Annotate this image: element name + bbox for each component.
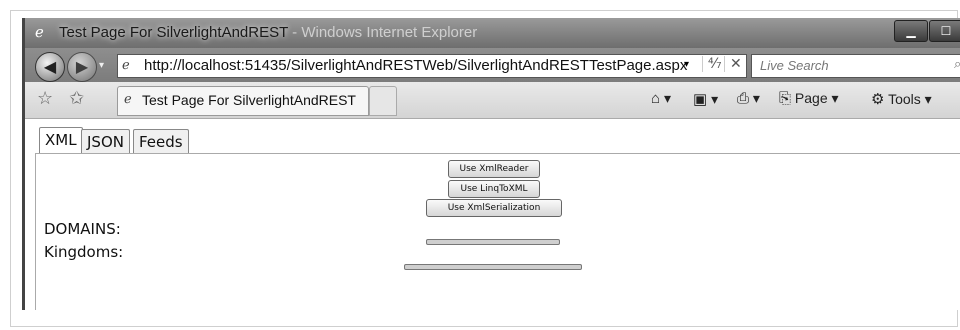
use-xmlserialization-button[interactable]: Use XmlSerialization [426,199,562,217]
kingdoms-label: Kingdoms: [44,243,124,261]
page-menu-label: Page ▾ [794,90,839,106]
back-button[interactable]: ◀ [35,52,65,82]
page-menu-icon: ⎘ [779,90,792,107]
tab-json[interactable]: JSON [81,129,130,154]
use-xmlreader-button[interactable]: Use XmlReader [448,160,540,178]
tools-menu-label: Tools ▾ [888,91,932,107]
feeds-icon[interactable]: ▣ ▾ [693,90,718,108]
tab-page-icon: ℯ [124,92,132,107]
domains-label: DOMAINS: [44,220,121,238]
print-icon[interactable]: ⎙ ▾ [737,90,760,107]
search-box[interactable]: Live Search ⌕ [751,54,960,78]
use-linqtoxml-button[interactable]: Use LinqToXML [448,180,540,198]
gear-icon: ⚙ [871,91,885,108]
forward-button[interactable]: ▶ [67,52,97,82]
maximize-button[interactable]: ☐ [929,20,960,42]
ie-logo-icon: ℯ [35,23,44,41]
search-icon[interactable]: ⌕ [954,57,960,72]
tab-bar: ☆ ✩ ℯ Test Page For SilverlightAndREST ⌂… [25,82,960,119]
page-icon: ℯ [122,58,130,73]
tab-panel-xml: Use XmlReader Use LinqToXML Use XmlSeria… [35,153,960,310]
search-placeholder[interactable]: Live Search [760,58,829,73]
kingdoms-list[interactable] [404,264,582,270]
page-menu[interactable]: ⎘ Page ▾ [779,90,839,107]
history-dropdown-icon[interactable]: ▾ [99,60,104,71]
home-icon[interactable]: ⌂ ▾ [651,90,671,107]
forward-arrow-icon: ▶ [75,57,89,76]
navigation-bar: ◀ ▶ ▾ ℯ http://localhost:51435/Silverlig… [25,48,960,82]
refresh-icon[interactable]: ⁴⁄₇ [702,56,722,72]
address-bar[interactable]: ℯ http://localhost:51435/SilverlightAndR… [117,54,747,78]
back-arrow-icon: ◀ [43,57,57,76]
window-title-main: Test Page For SilverlightAndREST [59,24,288,41]
tab-feeds[interactable]: Feeds [133,129,189,154]
browser-window: ℯ Test Page For SilverlightAndREST - Win… [22,18,960,310]
address-url[interactable]: http://localhost:51435/SilverlightAndRES… [144,57,687,74]
minimize-button[interactable]: ▁ [894,20,928,42]
title-bar: ℯ Test Page For SilverlightAndREST - Win… [25,18,960,48]
browser-tab[interactable]: ℯ Test Page For SilverlightAndREST [117,86,369,116]
add-favorites-icon[interactable]: ✩ [69,88,84,109]
page-content: XML JSON Feeds Use XmlReader Use LinqToX… [25,119,960,310]
stop-icon[interactable]: ✕ [724,56,742,72]
window-title: Test Page For SilverlightAndREST - Windo… [59,24,477,41]
window-controls: ▁ ☐ [893,20,960,42]
domains-list[interactable] [426,239,560,245]
address-dropdown-icon[interactable]: ▾ [684,59,689,70]
tab-xml[interactable]: XML [39,127,83,155]
window-title-suffix: - Windows Internet Explorer [288,24,478,41]
favorites-star-icon[interactable]: ☆ [37,88,53,109]
tools-menu[interactable]: ⚙ Tools ▾ [871,90,932,108]
tab-label: Test Page For SilverlightAndREST [142,92,356,108]
new-tab-button[interactable] [369,86,397,116]
